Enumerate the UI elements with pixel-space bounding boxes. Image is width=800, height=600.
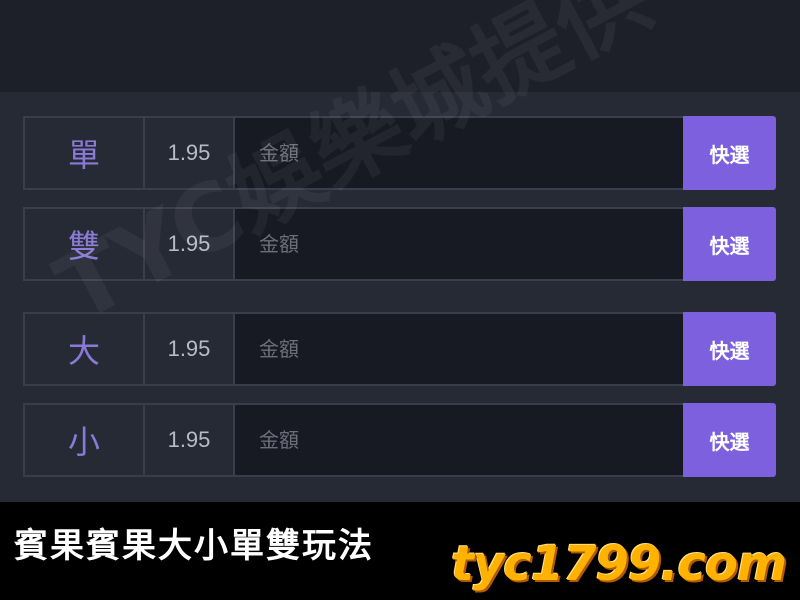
quick-select-button[interactable]: 快選: [683, 403, 776, 477]
quick-select-button[interactable]: 快選: [683, 116, 776, 190]
quick-select-button[interactable]: 快選: [683, 207, 776, 281]
bet-row-even: 雙 1.95 快選: [23, 207, 776, 281]
bet-row-big: 大 1.95 快選: [23, 312, 776, 386]
amount-input[interactable]: [257, 427, 683, 453]
bet-name: 小: [23, 403, 145, 477]
amount-field-container: [235, 207, 683, 281]
bet-odds: 1.95: [145, 207, 235, 281]
bet-row-odd: 單 1.95 快選: [23, 116, 776, 190]
bet-odds: 1.95: [145, 403, 235, 477]
bet-odds: 1.95: [145, 116, 235, 190]
caption-title: 賓果賓果大小單雙玩法: [14, 526, 374, 566]
amount-field-container: [235, 312, 683, 386]
amount-input[interactable]: [257, 336, 683, 362]
amount-field-container: [235, 403, 683, 477]
page: 單 1.95 快選 雙 1.95 快選 大 1.95 快選 小 1.95 快選 …: [0, 0, 800, 600]
quick-select-button[interactable]: 快選: [683, 312, 776, 386]
bet-row-small: 小 1.95 快選: [23, 403, 776, 477]
top-band: [0, 0, 800, 92]
bet-name: 雙: [23, 207, 145, 281]
amount-field-container: [235, 116, 683, 190]
bet-name: 大: [23, 312, 145, 386]
amount-input[interactable]: [257, 231, 683, 257]
site-logo: tyc1799.com: [451, 536, 787, 592]
bet-name: 單: [23, 116, 145, 190]
amount-input[interactable]: [257, 140, 683, 166]
bet-odds: 1.95: [145, 312, 235, 386]
